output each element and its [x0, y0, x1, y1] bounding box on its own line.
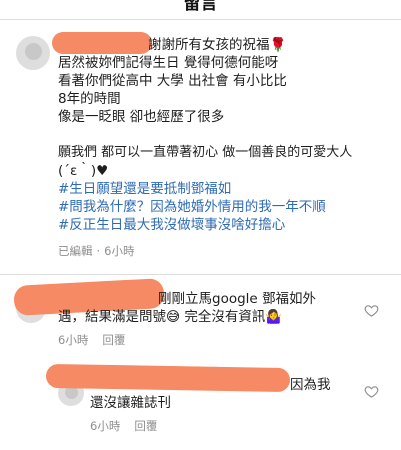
page-title: 留言	[183, 0, 218, 14]
comment-line: (´ε｀)♥	[58, 163, 109, 179]
reply-time: 6小時	[58, 333, 89, 347]
reply-meta: 6小時 回覆	[90, 418, 171, 434]
hashtag-link[interactable]: #問我為什麼？因為她婚外情用的我一年不順	[58, 198, 326, 216]
reply-button[interactable]: 回覆	[134, 419, 157, 433]
comment-line: 謝謝所有女孩的祝福🌹	[148, 37, 287, 53]
comment-line: 願我們 都可以一直帶著初心 做一個善良的可愛大人	[58, 145, 353, 160]
hashtag-link[interactable]: #反正生日最大我沒做壞事沒啥好擔心	[58, 216, 285, 234]
hashtag-link[interactable]: #生日願望還是要抵制鄧福如	[58, 180, 231, 198]
avatar[interactable]	[16, 36, 50, 70]
comment-meta: 已編輯 · 6小時	[58, 243, 148, 259]
reply-button[interactable]: 回覆	[102, 333, 125, 347]
reply-meta: 6小時 回覆	[58, 332, 139, 348]
meta-separator: ·	[96, 244, 101, 258]
comment-time: 6小時	[104, 244, 135, 258]
comment-line: 8年的時間	[58, 91, 121, 107]
heart-icon[interactable]	[364, 303, 379, 318]
edited-label: 已編輯	[58, 244, 93, 258]
top-divider	[0, 19, 401, 20]
reply-line: 遇，結果滿是問號😅 完全沒有資訊🤷‍♀️	[58, 309, 283, 325]
heart-icon[interactable]	[364, 384, 379, 399]
reply-time: 6小時	[90, 419, 121, 433]
redacted-username	[52, 32, 152, 54]
comment-divider	[0, 274, 401, 275]
redacted-username	[45, 363, 291, 393]
comment-line: 居然被妳們記得生日 覺得何德何能呀	[58, 55, 279, 71]
comment-line: 像是一眨眼 卻也經歷了很多	[58, 109, 225, 125]
reply-line: 剛剛立馬google 鄧福如外	[158, 291, 317, 307]
top-bar: 留言	[0, 0, 401, 20]
reply-line: 因為我	[290, 377, 331, 393]
comment-line: 看著你們從高中 大學 出社會 有小比比	[58, 73, 287, 89]
reply-line: 還沒讓雜誌刊	[90, 395, 171, 411]
